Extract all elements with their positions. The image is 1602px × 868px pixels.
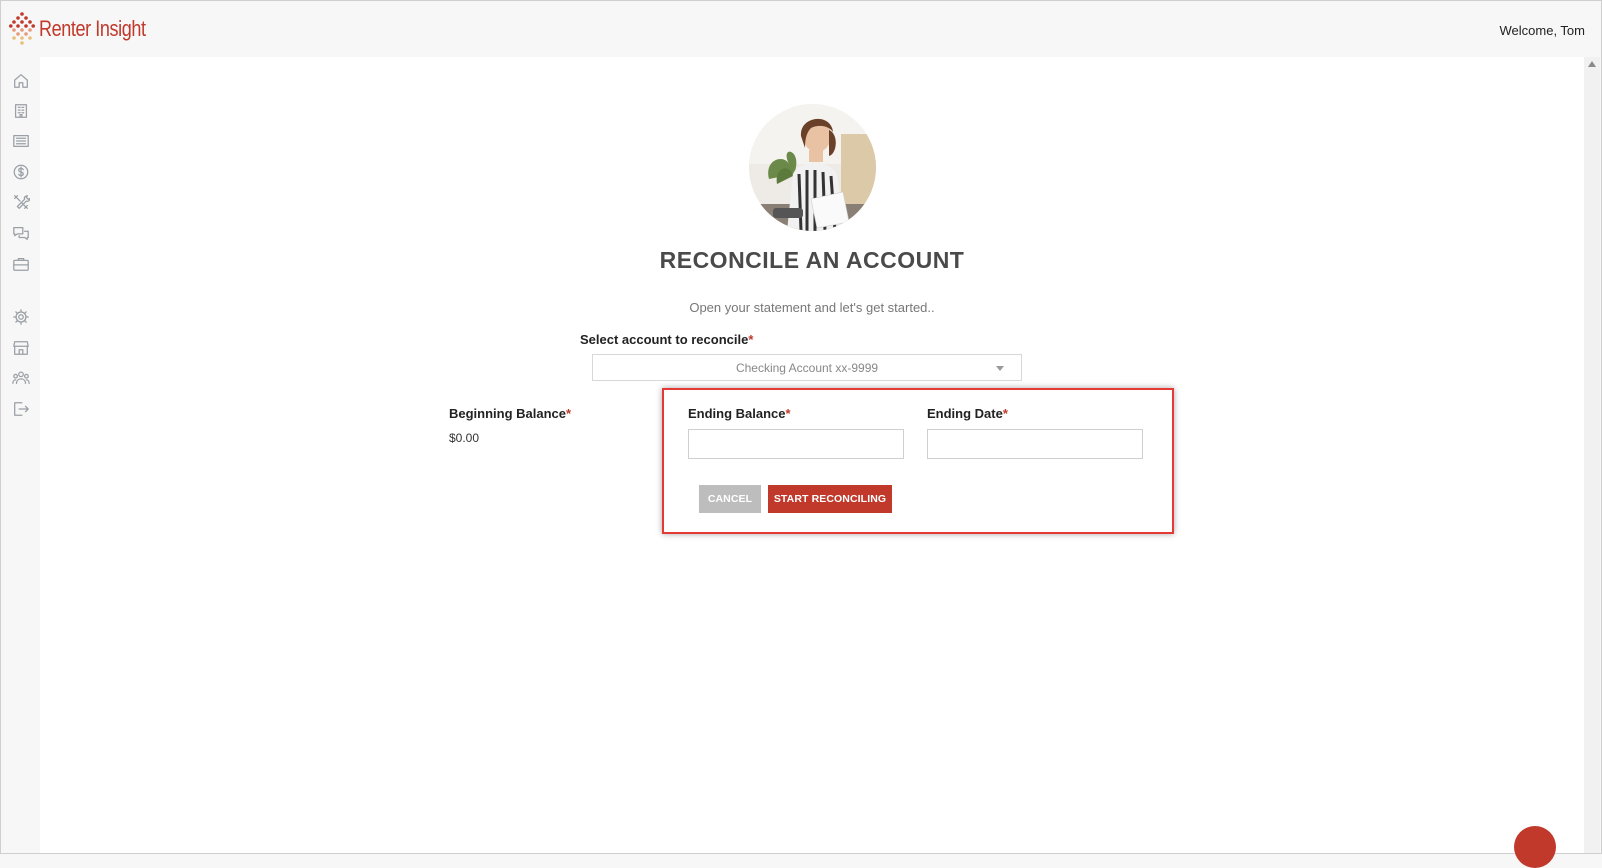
help-chat-button[interactable]: [1514, 826, 1556, 868]
account-select-label-text: Select account to reconcile: [580, 332, 749, 347]
sidebar-item-properties[interactable]: [11, 101, 31, 121]
sidebar-item-home[interactable]: [11, 71, 31, 91]
required-mark: *: [566, 406, 572, 421]
ending-balance-label-text: Ending Balance: [688, 406, 786, 421]
dollar-icon: [13, 164, 29, 180]
sidebar-item-logout[interactable]: [11, 399, 31, 419]
start-reconciling-button[interactable]: START RECONCILING: [768, 485, 892, 513]
woman-reviewing-document-image: [749, 104, 876, 231]
ending-date-input[interactable]: [927, 429, 1143, 459]
sidebar-item-accounting[interactable]: [11, 162, 31, 182]
store-icon: [13, 341, 29, 355]
avatar-illustration: [749, 104, 876, 231]
chevron-down-icon[interactable]: [996, 366, 1004, 371]
sidebar: [1, 57, 40, 853]
sidebar-item-settings[interactable]: [11, 307, 31, 327]
ending-balance-label: Ending Balance*: [688, 406, 791, 421]
gear-icon: [13, 309, 29, 325]
account-select-label: Select account to reconcile*: [580, 332, 753, 347]
brand-name: Renter Insight: [39, 16, 146, 41]
ending-balance-input[interactable]: [688, 429, 904, 459]
page-subtitle: Open your statement and let's get starte…: [689, 300, 935, 315]
main-content: RECONCILE AN ACCOUNT Open your statement…: [40, 57, 1584, 853]
building-icon: [14, 104, 28, 118]
chat-icon: [13, 226, 29, 240]
beginning-balance-value: $0.00: [449, 431, 480, 445]
briefcase-icon: [13, 257, 29, 271]
sidebar-item-maintenance[interactable]: [11, 192, 31, 212]
ending-date-label: Ending Date*: [927, 406, 1008, 421]
users-icon: [12, 371, 30, 385]
home-icon: [14, 74, 28, 88]
logout-icon: [14, 402, 29, 416]
account-select-value: Checking Account xx-9999: [735, 361, 879, 375]
required-mark: *: [1002, 406, 1008, 421]
scroll-up-arrow-icon[interactable]: [1588, 61, 1596, 67]
account-select[interactable]: Checking Account xx-9999: [592, 354, 1022, 381]
list-icon: [13, 134, 29, 148]
tools-icon: [14, 195, 30, 209]
vertical-scrollbar[interactable]: [1584, 57, 1600, 853]
sidebar-item-business[interactable]: [11, 254, 31, 274]
logo-diamond-icon: [9, 12, 35, 45]
ending-date-label-text: Ending Date: [927, 406, 1003, 421]
sidebar-item-users[interactable]: [11, 368, 31, 388]
sidebar-item-communication[interactable]: [11, 223, 31, 243]
cancel-button[interactable]: CANCEL: [699, 485, 761, 513]
beginning-balance-label: Beginning Balance*: [449, 406, 571, 421]
page-title: RECONCILE AN ACCOUNT: [659, 247, 965, 273]
required-mark: *: [785, 406, 791, 421]
top-bar: Renter Insight Welcome, Tom: [1, 1, 1601, 57]
beginning-balance-label-text: Beginning Balance: [449, 406, 567, 421]
required-mark: *: [748, 332, 754, 347]
sidebar-item-store[interactable]: [11, 338, 31, 358]
welcome-user[interactable]: Welcome, Tom: [1500, 23, 1586, 38]
sidebar-item-lists[interactable]: [11, 131, 31, 151]
brand-logo[interactable]: Renter Insight: [9, 12, 169, 46]
